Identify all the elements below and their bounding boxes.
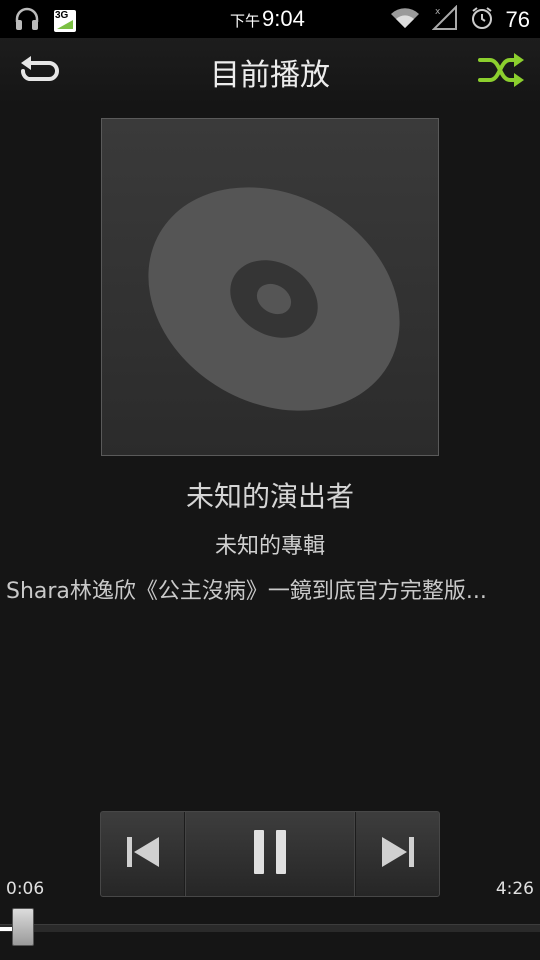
seek-progress (0, 927, 12, 931)
pause-icon (252, 828, 288, 880)
battery-level: 76 (505, 7, 530, 32)
headphones-icon (14, 7, 40, 35)
alarm-icon (470, 6, 494, 34)
pause-button[interactable] (184, 812, 356, 896)
clock-ampm: 下午 (230, 13, 261, 30)
page-title: 目前播放 (210, 58, 330, 93)
total-time: 4:26 (495, 879, 534, 899)
svg-text:x: x (435, 7, 441, 17)
shuffle-button[interactable] (474, 50, 528, 94)
3g-data-icon: 3G (54, 10, 76, 32)
status-clock: 下午9:04 (230, 6, 305, 32)
title-bar: 目前播放 (0, 38, 540, 104)
album-art (101, 118, 439, 456)
seek-bar[interactable] (0, 924, 540, 932)
elapsed-time: 0:06 (6, 879, 45, 899)
artist-name: 未知的演出者 (185, 480, 354, 513)
status-bar: 3G 下午9:04 x 76 (0, 0, 540, 38)
clock-time: 9:04 (262, 6, 305, 31)
next-button[interactable] (356, 812, 439, 896)
no-signal-icon: x (431, 4, 458, 35)
album-name: 未知的專輯 (214, 534, 325, 559)
previous-icon (125, 835, 161, 873)
disc-icon (148, 187, 400, 411)
network-type-label: 3G (55, 10, 69, 21)
wifi-icon (390, 6, 420, 34)
song-title: Shara林逸欣《公主沒病》一鏡到底官方完整版... (6, 579, 487, 604)
playback-controls (100, 811, 440, 897)
seek-thumb[interactable] (12, 908, 34, 946)
next-icon (380, 835, 416, 873)
previous-button[interactable] (101, 812, 184, 896)
shuffle-icon (476, 52, 526, 92)
